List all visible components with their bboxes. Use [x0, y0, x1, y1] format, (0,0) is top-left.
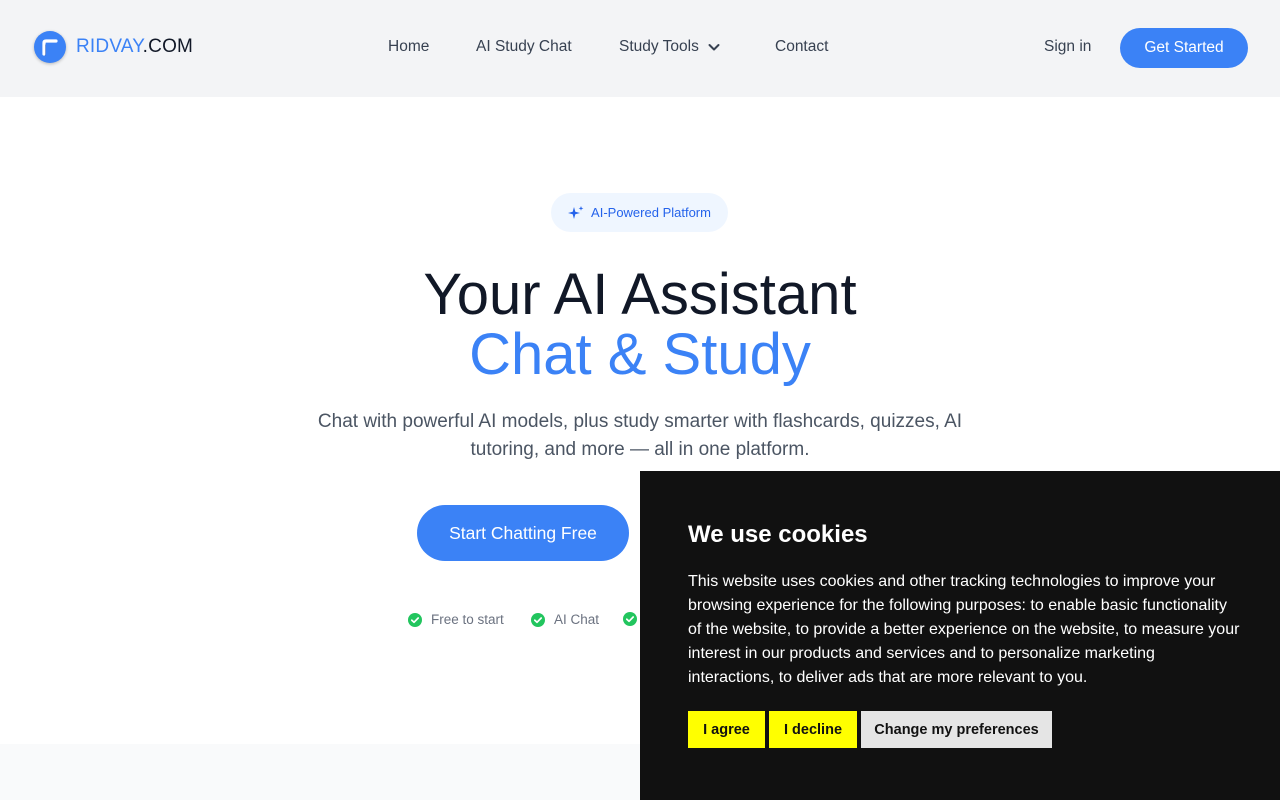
get-started-button[interactable]: Get Started: [1120, 28, 1248, 68]
feature-label: Free to start: [431, 612, 504, 627]
cookie-agree-button[interactable]: I agree: [688, 711, 765, 748]
feature-item: AI Chat: [531, 612, 599, 627]
cookie-banner: We use cookies This website uses cookies…: [640, 471, 1280, 800]
nav-contact[interactable]: Contact: [775, 38, 828, 56]
sparkles-icon: [568, 205, 584, 219]
chevron-down-icon: [708, 44, 720, 51]
nav-study-tools[interactable]: Study Tools: [619, 38, 721, 56]
hero-title-line2: Chat & Study: [469, 322, 811, 387]
platform-badge: AI-Powered Platform: [551, 193, 728, 232]
logo-mark-icon: [34, 31, 66, 63]
nav-home[interactable]: Home: [388, 38, 429, 56]
hero-title-line1: Your AI Assistant: [423, 262, 857, 327]
cookie-text: This website uses cookies and other trac…: [688, 573, 1240, 686]
logo-tld: .COM: [142, 36, 194, 57]
hero-subtitle: Chat with powerful AI models, plus study…: [317, 411, 963, 460]
cookie-preferences-button[interactable]: Change my preferences: [861, 711, 1052, 748]
feature-label: AI Chat: [554, 612, 600, 627]
check-circle-icon: [408, 612, 422, 627]
site-header: RIDVAY.COM Home AI Study Chat Study Tool…: [0, 0, 1280, 97]
cookie-title: We use cookies: [688, 521, 868, 548]
badge-label: AI-Powered Platform: [591, 205, 711, 220]
logo-text: RIDVAY.COM: [76, 36, 193, 58]
signin-link[interactable]: Sign in: [1044, 38, 1091, 56]
logo-brand: RIDVAY: [76, 36, 143, 57]
site-logo[interactable]: RIDVAY.COM: [34, 31, 193, 63]
check-circle-icon: [531, 612, 545, 627]
feature-item: Free to start: [408, 612, 504, 627]
start-chatting-button[interactable]: Start Chatting Free: [417, 505, 629, 561]
nav-study-tools-label: Study Tools: [619, 38, 699, 55]
check-circle-icon: [623, 612, 637, 626]
nav-ai-study-chat[interactable]: AI Study Chat: [476, 38, 572, 56]
cookie-decline-button[interactable]: I decline: [769, 711, 857, 748]
